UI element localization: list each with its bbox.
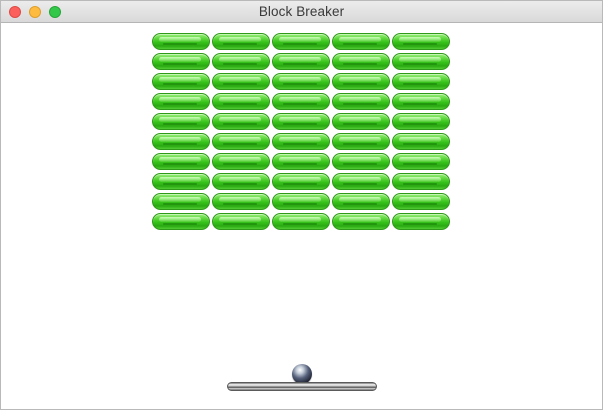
brick bbox=[392, 153, 450, 170]
brick bbox=[272, 53, 330, 70]
brick bbox=[392, 93, 450, 110]
brick bbox=[272, 213, 330, 230]
paddle[interactable] bbox=[227, 382, 377, 391]
brick bbox=[392, 53, 450, 70]
brick bbox=[272, 113, 330, 130]
brick bbox=[152, 213, 210, 230]
brick bbox=[392, 173, 450, 190]
brick bbox=[212, 93, 270, 110]
brick-grid bbox=[152, 33, 452, 233]
brick bbox=[272, 153, 330, 170]
brick bbox=[152, 173, 210, 190]
brick bbox=[212, 53, 270, 70]
brick bbox=[332, 93, 390, 110]
brick bbox=[152, 33, 210, 50]
brick bbox=[212, 173, 270, 190]
brick bbox=[272, 73, 330, 90]
brick bbox=[152, 153, 210, 170]
brick bbox=[392, 213, 450, 230]
brick bbox=[332, 153, 390, 170]
brick bbox=[152, 73, 210, 90]
brick bbox=[212, 213, 270, 230]
brick bbox=[332, 113, 390, 130]
brick bbox=[392, 133, 450, 150]
brick bbox=[212, 113, 270, 130]
brick bbox=[392, 73, 450, 90]
brick bbox=[332, 133, 390, 150]
brick bbox=[392, 113, 450, 130]
brick bbox=[332, 213, 390, 230]
brick bbox=[212, 33, 270, 50]
game-canvas[interactable] bbox=[1, 23, 602, 409]
brick bbox=[152, 193, 210, 210]
brick bbox=[332, 53, 390, 70]
brick bbox=[212, 133, 270, 150]
brick bbox=[272, 93, 330, 110]
brick bbox=[272, 133, 330, 150]
brick bbox=[152, 93, 210, 110]
title-bar[interactable]: Block Breaker bbox=[1, 1, 602, 23]
brick bbox=[212, 73, 270, 90]
brick bbox=[272, 33, 330, 50]
brick bbox=[332, 173, 390, 190]
brick bbox=[272, 193, 330, 210]
ball-icon bbox=[292, 364, 312, 384]
brick bbox=[212, 193, 270, 210]
window-title: Block Breaker bbox=[258, 4, 345, 19]
brick bbox=[332, 73, 390, 90]
brick bbox=[212, 153, 270, 170]
brick bbox=[152, 53, 210, 70]
brick bbox=[152, 113, 210, 130]
brick bbox=[332, 193, 390, 210]
brick bbox=[392, 33, 450, 50]
brick bbox=[272, 173, 330, 190]
game-window: Block Breaker bbox=[0, 0, 603, 410]
brick bbox=[392, 193, 450, 210]
brick bbox=[152, 133, 210, 150]
brick bbox=[332, 33, 390, 50]
